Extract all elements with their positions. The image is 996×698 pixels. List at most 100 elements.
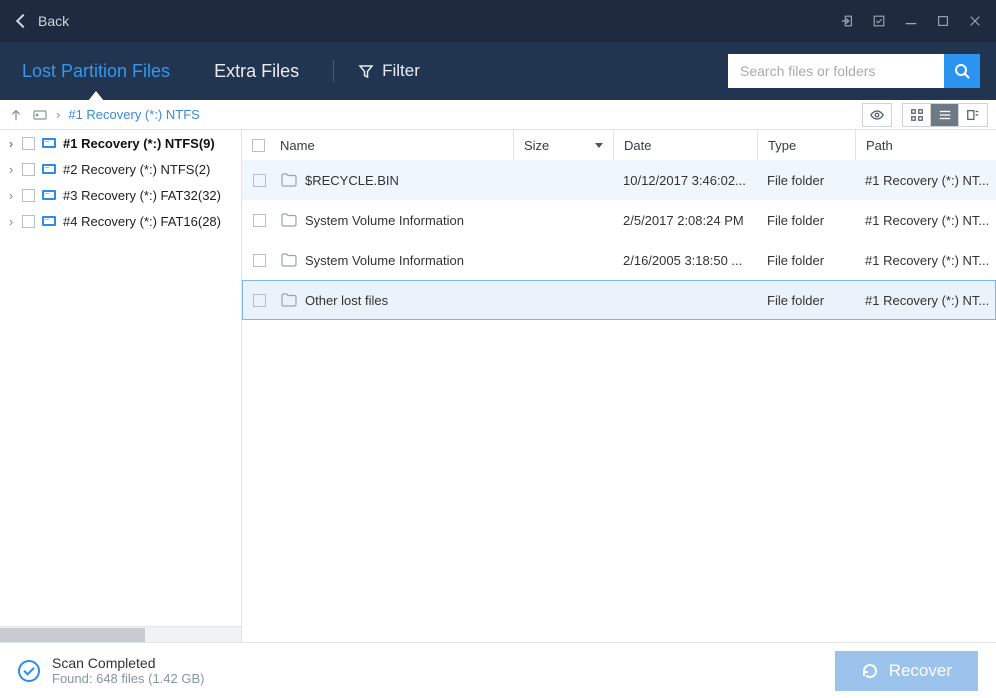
eye-icon [870,108,884,122]
header-name[interactable]: Name [270,130,514,160]
recover-button[interactable]: Recover [835,651,978,691]
table-row[interactable]: $RECYCLE.BIN 10/12/2017 3:46:02...File fo… [242,160,996,200]
row-type: File folder [757,173,855,188]
sign-in-icon[interactable] [834,8,860,34]
row-checkbox[interactable] [253,254,266,267]
sidebar-item-recovery-2[interactable]: › #2 Recovery (*:) NTFS(2) [0,156,241,182]
filter-icon [358,63,374,79]
sidebar: › #1 Recovery (*:) NTFS(9) › #2 Recovery (*… [0,130,242,642]
preview-toggle[interactable] [862,103,892,127]
row-date: 2/16/2005 3:18:50 ... [613,253,757,268]
content: › #1 Recovery (*:) NTFS(9) › #2 Recovery (*… [0,130,996,642]
row-type: File folder [757,213,855,228]
tree-checkbox[interactable] [22,189,35,202]
table-row[interactable]: System Volume Information 2/5/2017 2:08:2… [242,200,996,240]
row-name: System Volume Information [305,253,464,268]
tab-extra-files[interactable]: Extra Files [192,42,321,100]
row-checkbox[interactable] [253,174,266,187]
expand-icon[interactable]: › [6,164,16,174]
grid-icon [910,108,924,122]
footer: Scan Completed Found: 648 files (1.42 GB… [0,642,996,698]
row-name: System Volume Information [305,213,464,228]
scrollbar-thumb[interactable] [0,628,145,642]
breadcrumb-bar: › #1 Recovery (*:) NTFS [0,100,996,130]
drive-icon [41,213,57,229]
filter-button[interactable]: Filter [346,61,432,81]
row-type: File folder [757,293,855,308]
status-line2: Found: 648 files (1.42 GB) [52,671,204,686]
tab-lost-partition[interactable]: Lost Partition Files [0,42,192,100]
up-arrow-icon[interactable] [8,107,24,123]
row-date: 10/12/2017 3:46:02... [613,173,757,188]
row-path: #1 Recovery (*:) NT... [855,293,995,308]
row-path: #1 Recovery (*:) NT... [855,253,995,268]
view-grid-button[interactable] [903,104,931,126]
folder-icon [281,253,297,267]
filter-label: Filter [382,61,420,81]
file-table: Name Size Date Type Path $RECYCLE.BIN 10/… [242,130,996,642]
back-button[interactable]: Back [8,13,79,29]
drive-icon [41,161,57,177]
search-button[interactable] [944,54,980,88]
header-size[interactable]: Size [514,130,614,160]
feedback-icon[interactable] [866,8,892,34]
tree-checkbox[interactable] [22,137,35,150]
drive-icon [41,135,57,151]
back-label: Back [38,13,69,29]
list-icon [938,108,952,122]
row-path: #1 Recovery (*:) NT... [855,173,995,188]
view-list-button[interactable] [931,104,959,126]
row-checkbox[interactable] [253,294,266,307]
header-checkbox[interactable] [242,130,270,160]
sidebar-hscrollbar[interactable] [0,626,241,642]
row-type: File folder [757,253,855,268]
titlebar: Back [0,0,996,42]
row-path: #1 Recovery (*:) NT... [855,213,995,228]
detail-icon [966,108,980,122]
row-checkbox[interactable] [253,214,266,227]
sidebar-item-recovery-1[interactable]: › #1 Recovery (*:) NTFS(9) [0,130,241,156]
header-type[interactable]: Type [758,130,856,160]
search [728,54,980,88]
row-name: $RECYCLE.BIN [305,173,399,188]
recover-label: Recover [889,661,952,681]
status-complete-icon [18,660,40,682]
table-row[interactable]: Other lost files File folder#1 Recovery (… [242,280,996,320]
folder-icon [281,173,297,187]
view-detail-button[interactable] [959,104,987,126]
expand-icon[interactable]: › [6,216,16,226]
tree-checkbox[interactable] [22,163,35,176]
table-row[interactable]: System Volume Information 2/16/2005 3:18:… [242,240,996,280]
search-icon [954,63,970,79]
back-arrow-icon [16,14,30,28]
sidebar-item-recovery-4[interactable]: › #4 Recovery (*:) FAT16(28) [0,208,241,234]
topbar: Lost Partition Files Extra Files Filter [0,42,996,100]
status-line1: Scan Completed [52,655,204,671]
sort-desc-icon [595,143,603,148]
row-date: 2/5/2017 2:08:24 PM [613,213,757,228]
breadcrumb-path[interactable]: #1 Recovery (*:) NTFS [68,107,199,122]
minimize-button[interactable] [898,8,924,34]
tree-item-label: #3 Recovery (*:) FAT32(32) [63,188,221,203]
tree-checkbox[interactable] [22,215,35,228]
folder-icon [281,293,297,307]
expand-icon[interactable]: › [6,190,16,200]
table-header: Name Size Date Type Path [242,130,996,160]
folder-icon [281,213,297,227]
header-date[interactable]: Date [614,130,758,160]
tab-lost-partition-label: Lost Partition Files [22,61,170,82]
search-input[interactable] [728,54,944,88]
drive-icon [41,187,57,203]
expand-icon[interactable]: › [6,138,16,148]
maximize-button[interactable] [930,8,956,34]
row-name: Other lost files [305,293,388,308]
recover-icon [861,662,879,680]
header-path[interactable]: Path [856,130,996,160]
tree-item-label: #4 Recovery (*:) FAT16(28) [63,214,221,229]
tree-item-label: #1 Recovery (*:) NTFS(9) [63,136,215,151]
tab-extra-files-label: Extra Files [214,61,299,82]
sidebar-item-recovery-3[interactable]: › #3 Recovery (*:) FAT32(32) [0,182,241,208]
tree-item-label: #2 Recovery (*:) NTFS(2) [63,162,210,177]
drive-root-icon[interactable] [32,107,48,123]
close-button[interactable] [962,8,988,34]
